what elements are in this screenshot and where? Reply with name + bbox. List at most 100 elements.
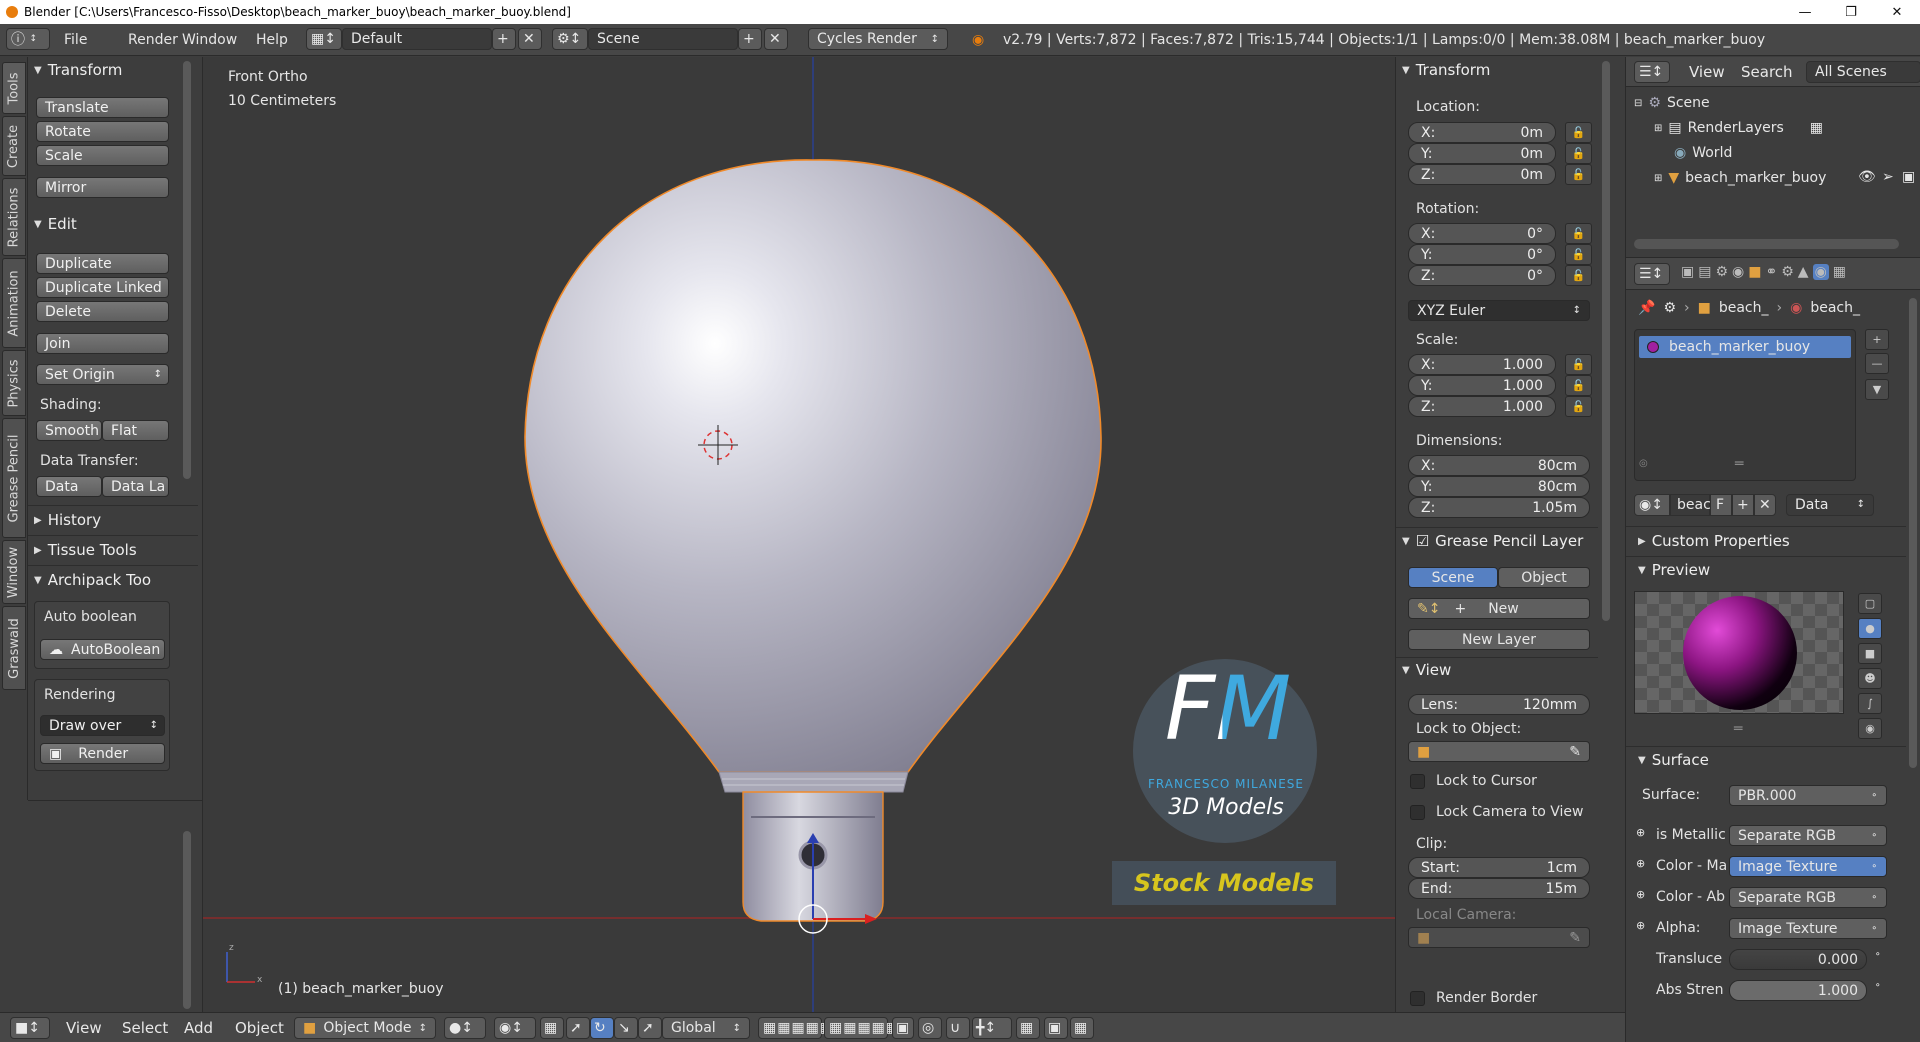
input-alpha[interactable]: Image Texture ⚬ [1729, 918, 1887, 939]
translate-manipulator-icon[interactable]: ➚ [566, 1017, 590, 1039]
material-name-field[interactable]: beac [1670, 493, 1711, 516]
properties-type-icon[interactable]: ☰↕ [1634, 263, 1670, 285]
scene-icon[interactable]: ⚙↕ [552, 28, 588, 50]
dimension-x-field[interactable]: X: 80cm [1408, 455, 1590, 476]
pivot-point-icon[interactable]: ◉↕ [494, 1017, 536, 1039]
scale-x-field[interactable]: X: 1.000 [1408, 354, 1556, 375]
tab-grease-pencil[interactable]: Grease Pencil [2, 418, 26, 538]
outliner-type-icon[interactable]: ☰↕ [1634, 61, 1670, 83]
join-button[interactable]: Join [36, 333, 169, 354]
data-layers-button[interactable]: Data La [102, 476, 169, 497]
mode-select[interactable]: ■ Object Mode ↕ [294, 1017, 436, 1039]
expand-socket-icon[interactable]: ⊕ [1636, 888, 1645, 901]
buoy-sphere[interactable] [524, 159, 1102, 773]
pin-icon[interactable]: 📌 [1638, 300, 1655, 316]
outliner-menu-search[interactable]: Search [1741, 63, 1793, 81]
eyedropper-icon[interactable]: ✎ [1569, 930, 1581, 946]
lock-icon[interactable]: 🔓 [1565, 244, 1592, 265]
expand-socket-icon[interactable]: ⊕ [1636, 826, 1645, 839]
draw-over-select[interactable]: Draw over ↕ [40, 715, 165, 736]
scale-z-field[interactable]: Z: 1.000 [1408, 396, 1556, 417]
outliner-item-scene[interactable]: ⊟ ⚙ Scene [1634, 95, 1710, 111]
mirror-button[interactable]: Mirror [36, 177, 169, 198]
grease-pencil-layer-header[interactable]: ▼ ☑ Grease Pencil Layer [1402, 530, 1583, 552]
location-z-field[interactable]: Z: 0m [1408, 164, 1556, 185]
panel-edit-header[interactable]: ▼ Edit [34, 213, 77, 235]
data-tab-icon[interactable]: ▲ [1798, 264, 1809, 280]
gp-object-toggle[interactable]: Object [1498, 567, 1590, 588]
menu-add[interactable]: Add [184, 1019, 213, 1037]
input-is-metallic[interactable]: Separate RGB ⚬ [1729, 825, 1887, 846]
node-socket-icon[interactable]: ⚬ [1874, 950, 1882, 960]
eye-icon[interactable]: 👁 [1858, 169, 1876, 185]
tab-graswald[interactable]: Graswald [2, 606, 26, 690]
lock-object-field[interactable]: ■ ✎ [1408, 741, 1590, 762]
expand-socket-icon[interactable]: ⊕ [1636, 857, 1645, 870]
lock-icon[interactable]: 🔓 [1565, 396, 1592, 417]
data-button[interactable]: Data [36, 476, 102, 497]
rotation-y-field[interactable]: Y: 0° [1408, 244, 1556, 265]
render-border-checkbox[interactable] [1410, 991, 1425, 1006]
modifiers-tab-icon[interactable]: ⚙ [1781, 264, 1794, 280]
scale-manipulator-icon[interactable]: ↘ [614, 1017, 638, 1039]
maximize-icon[interactable]: ❐ [1828, 0, 1874, 24]
lock-icon[interactable]: 🔓 [1565, 223, 1592, 244]
n-transform-header[interactable]: ▼ Transform [1402, 59, 1490, 81]
unlink-material-icon[interactable]: ✕ [1754, 493, 1776, 516]
expand-icon[interactable]: ⊟ [1634, 98, 1642, 109]
layout-icon[interactable]: ▦↕ [306, 28, 342, 50]
tab-physics[interactable]: Physics [2, 350, 26, 416]
viewport-shading-icon[interactable]: ●↕ [444, 1017, 486, 1039]
dimension-z-field[interactable]: Z: 1.05m [1408, 497, 1590, 518]
outliner-item-world[interactable]: ◉ World [1674, 145, 1732, 161]
gp-new-layer-button[interactable]: New Layer [1408, 629, 1590, 650]
tool-shelf-scrollbar[interactable] [183, 61, 191, 479]
node-socket-icon[interactable]: ⚬ [1874, 981, 1882, 991]
manipulator-toggle-icon[interactable]: ▦ [540, 1017, 564, 1039]
layer-lock-icon[interactable]: ▣ [892, 1017, 914, 1039]
close-icon[interactable]: ✕ [1874, 0, 1920, 24]
orientation-select[interactable]: Global ↕ [662, 1017, 750, 1039]
location-y-field[interactable]: Y: 0m [1408, 143, 1556, 164]
material-slot-row[interactable]: beach_marker_buoy [1639, 336, 1851, 358]
opengl-anim-icon[interactable]: ▦ [1070, 1017, 1094, 1039]
eyedropper-icon[interactable]: ✎ [1569, 744, 1581, 760]
slot-menu-icon[interactable]: ▼ [1865, 379, 1889, 400]
tab-animation[interactable]: Animation [2, 258, 26, 348]
lock-icon[interactable]: 🔓 [1565, 122, 1592, 143]
material-slot-list[interactable]: beach_marker_buoy ◎ ═ [1634, 329, 1856, 481]
slot-remove-icon[interactable]: — [1865, 353, 1889, 374]
camera-icon[interactable]: ▣ [1902, 169, 1915, 185]
3d-viewport[interactable]: Front Ortho 10 Centimeters z x FM FRANCE… [203, 57, 1395, 1012]
snap-magnet-icon[interactable]: ∪ [946, 1017, 970, 1039]
tab-tools[interactable]: Tools [2, 62, 26, 114]
scale-button[interactable]: Scale [36, 145, 169, 166]
menu-file[interactable]: File [64, 28, 87, 51]
proportional-edit-icon[interactable]: ◎ [918, 1017, 942, 1039]
lock-icon[interactable]: 🔓 [1565, 375, 1592, 396]
rotate-button[interactable]: Rotate [36, 121, 169, 142]
rotation-x-field[interactable]: X: 0° [1408, 223, 1556, 244]
abs-strength-slider[interactable]: 1.000 [1729, 980, 1867, 1001]
menu-render[interactable]: Render [128, 28, 178, 51]
operator-scrollbar[interactable] [183, 831, 191, 1009]
expand-icon[interactable]: ⊞ [1654, 173, 1662, 184]
expand-icon[interactable]: ⊞ [1654, 123, 1662, 134]
n-view-header[interactable]: ▼ View [1402, 659, 1451, 681]
outliner-hscrollbar[interactable] [1634, 239, 1899, 249]
clip-start-field[interactable]: Start: 1cm [1408, 857, 1590, 878]
preview-resize-grip[interactable]: ═ [1734, 721, 1742, 737]
lock-cursor-checkbox[interactable] [1410, 774, 1425, 789]
opengl-render-icon[interactable]: ▣ [1044, 1017, 1068, 1039]
outliner-menu-view[interactable]: View [1689, 63, 1725, 81]
menu-view[interactable]: View [66, 1019, 102, 1037]
render-tab-icon[interactable]: ▣ [1681, 264, 1694, 280]
n-panel-scrollbar[interactable] [1602, 61, 1610, 621]
lens-field[interactable]: Lens: 120mm [1408, 694, 1590, 715]
combined-manipulator-icon[interactable]: ➚ [638, 1017, 662, 1039]
texture-tab-icon[interactable]: ▦ [1833, 264, 1846, 280]
lock-icon[interactable]: 🔓 [1565, 143, 1592, 164]
menu-help[interactable]: Help [256, 28, 288, 51]
snap-element-icon[interactable]: ╋↕ [972, 1017, 1012, 1039]
render-layers-tab-icon[interactable]: ▤ [1698, 264, 1711, 280]
